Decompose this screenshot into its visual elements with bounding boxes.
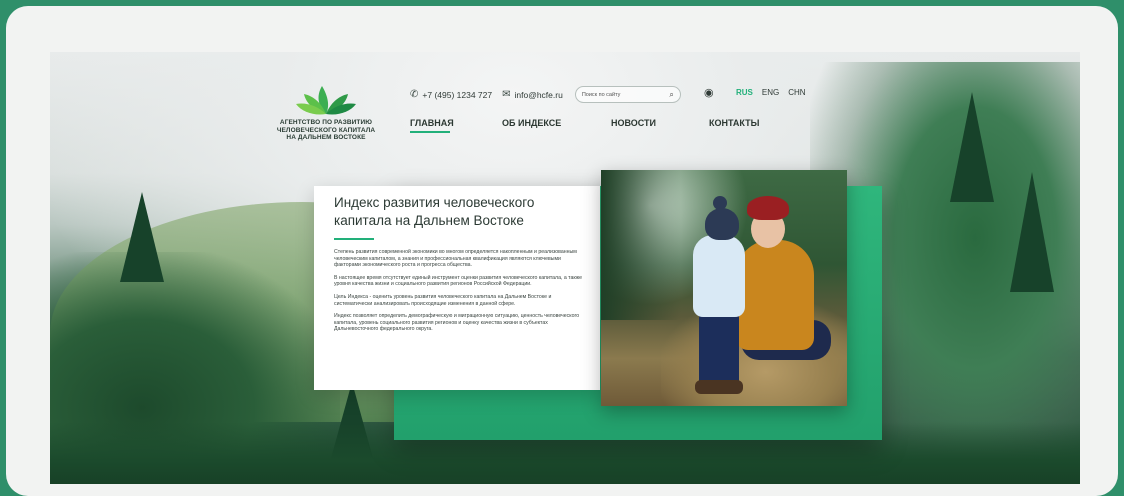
- mother-child-photo: [601, 170, 847, 406]
- background-tree: [950, 92, 994, 202]
- language-switcher: RUS ENG CHN: [736, 88, 815, 97]
- nav-item-contacts[interactable]: КОНТАКТЫ: [709, 118, 759, 128]
- search-icon[interactable]: ⌕: [669, 90, 673, 100]
- search-box: ⌕: [574, 86, 681, 103]
- phone-icon: ✆: [410, 89, 419, 100]
- website-screen: АГЕНТСТВО ПО РАЗВИТИЮ ЧЕЛОВЕЧЕСКОГО КАПИ…: [50, 52, 1080, 484]
- intro-text: Степень развития современной экономики в…: [334, 249, 589, 339]
- intro-paragraph: Цель Индекса - оценить уровень развития …: [334, 293, 552, 307]
- email-address: info@hcfe.ru: [514, 89, 563, 100]
- lang-rus[interactable]: RUS: [736, 88, 753, 97]
- phone-number: +7 (495) 1234 727: [422, 89, 493, 100]
- intro-paragraph: Индекс позволяет определить демографичес…: [334, 313, 580, 333]
- intro-paragraph: Степень развития современной экономики в…: [334, 249, 577, 269]
- email-contact[interactable]: ✉ info@hcfe.ru: [502, 89, 563, 100]
- accessibility-eye-icon[interactable]: ◉: [704, 86, 714, 99]
- search-input[interactable]: [581, 91, 662, 98]
- page-title: Индекс развития человеческого капитала н…: [334, 195, 535, 228]
- background-tree: [1010, 172, 1054, 292]
- lang-eng[interactable]: ENG: [762, 88, 779, 97]
- nav-item-home[interactable]: ГЛАВНАЯ: [410, 118, 454, 128]
- header-contacts: ✆ +7 (495) 1234 727 ✉ info@hcfe.ru ⌕: [410, 86, 681, 103]
- logo-text: АГЕНТСТВО ПО РАЗВИТИЮ ЧЕЛОВЕЧЕСКОГО КАПИ…: [276, 119, 376, 141]
- title-underline: [334, 238, 374, 240]
- lang-chn[interactable]: CHN: [788, 88, 805, 97]
- mail-icon: ✉: [502, 89, 511, 100]
- nav-item-about-index[interactable]: ОБ ИНДЕКСЕ: [502, 118, 561, 128]
- nav-item-news[interactable]: НОВОСТИ: [611, 118, 656, 128]
- background-tree: [120, 192, 164, 282]
- nav-active-indicator: [410, 131, 450, 133]
- site-logo[interactable]: АГЕНТСТВО ПО РАЗВИТИЮ ЧЕЛОВЕЧЕСКОГО КАПИ…: [276, 82, 386, 142]
- intro-card: Индекс развития человеческого капитала н…: [314, 186, 600, 390]
- leaf-logo-icon: [296, 86, 356, 115]
- intro-paragraph: В настоящее время отсутствует единый инс…: [334, 274, 582, 288]
- phone-contact[interactable]: ✆ +7 (495) 1234 727: [410, 89, 492, 100]
